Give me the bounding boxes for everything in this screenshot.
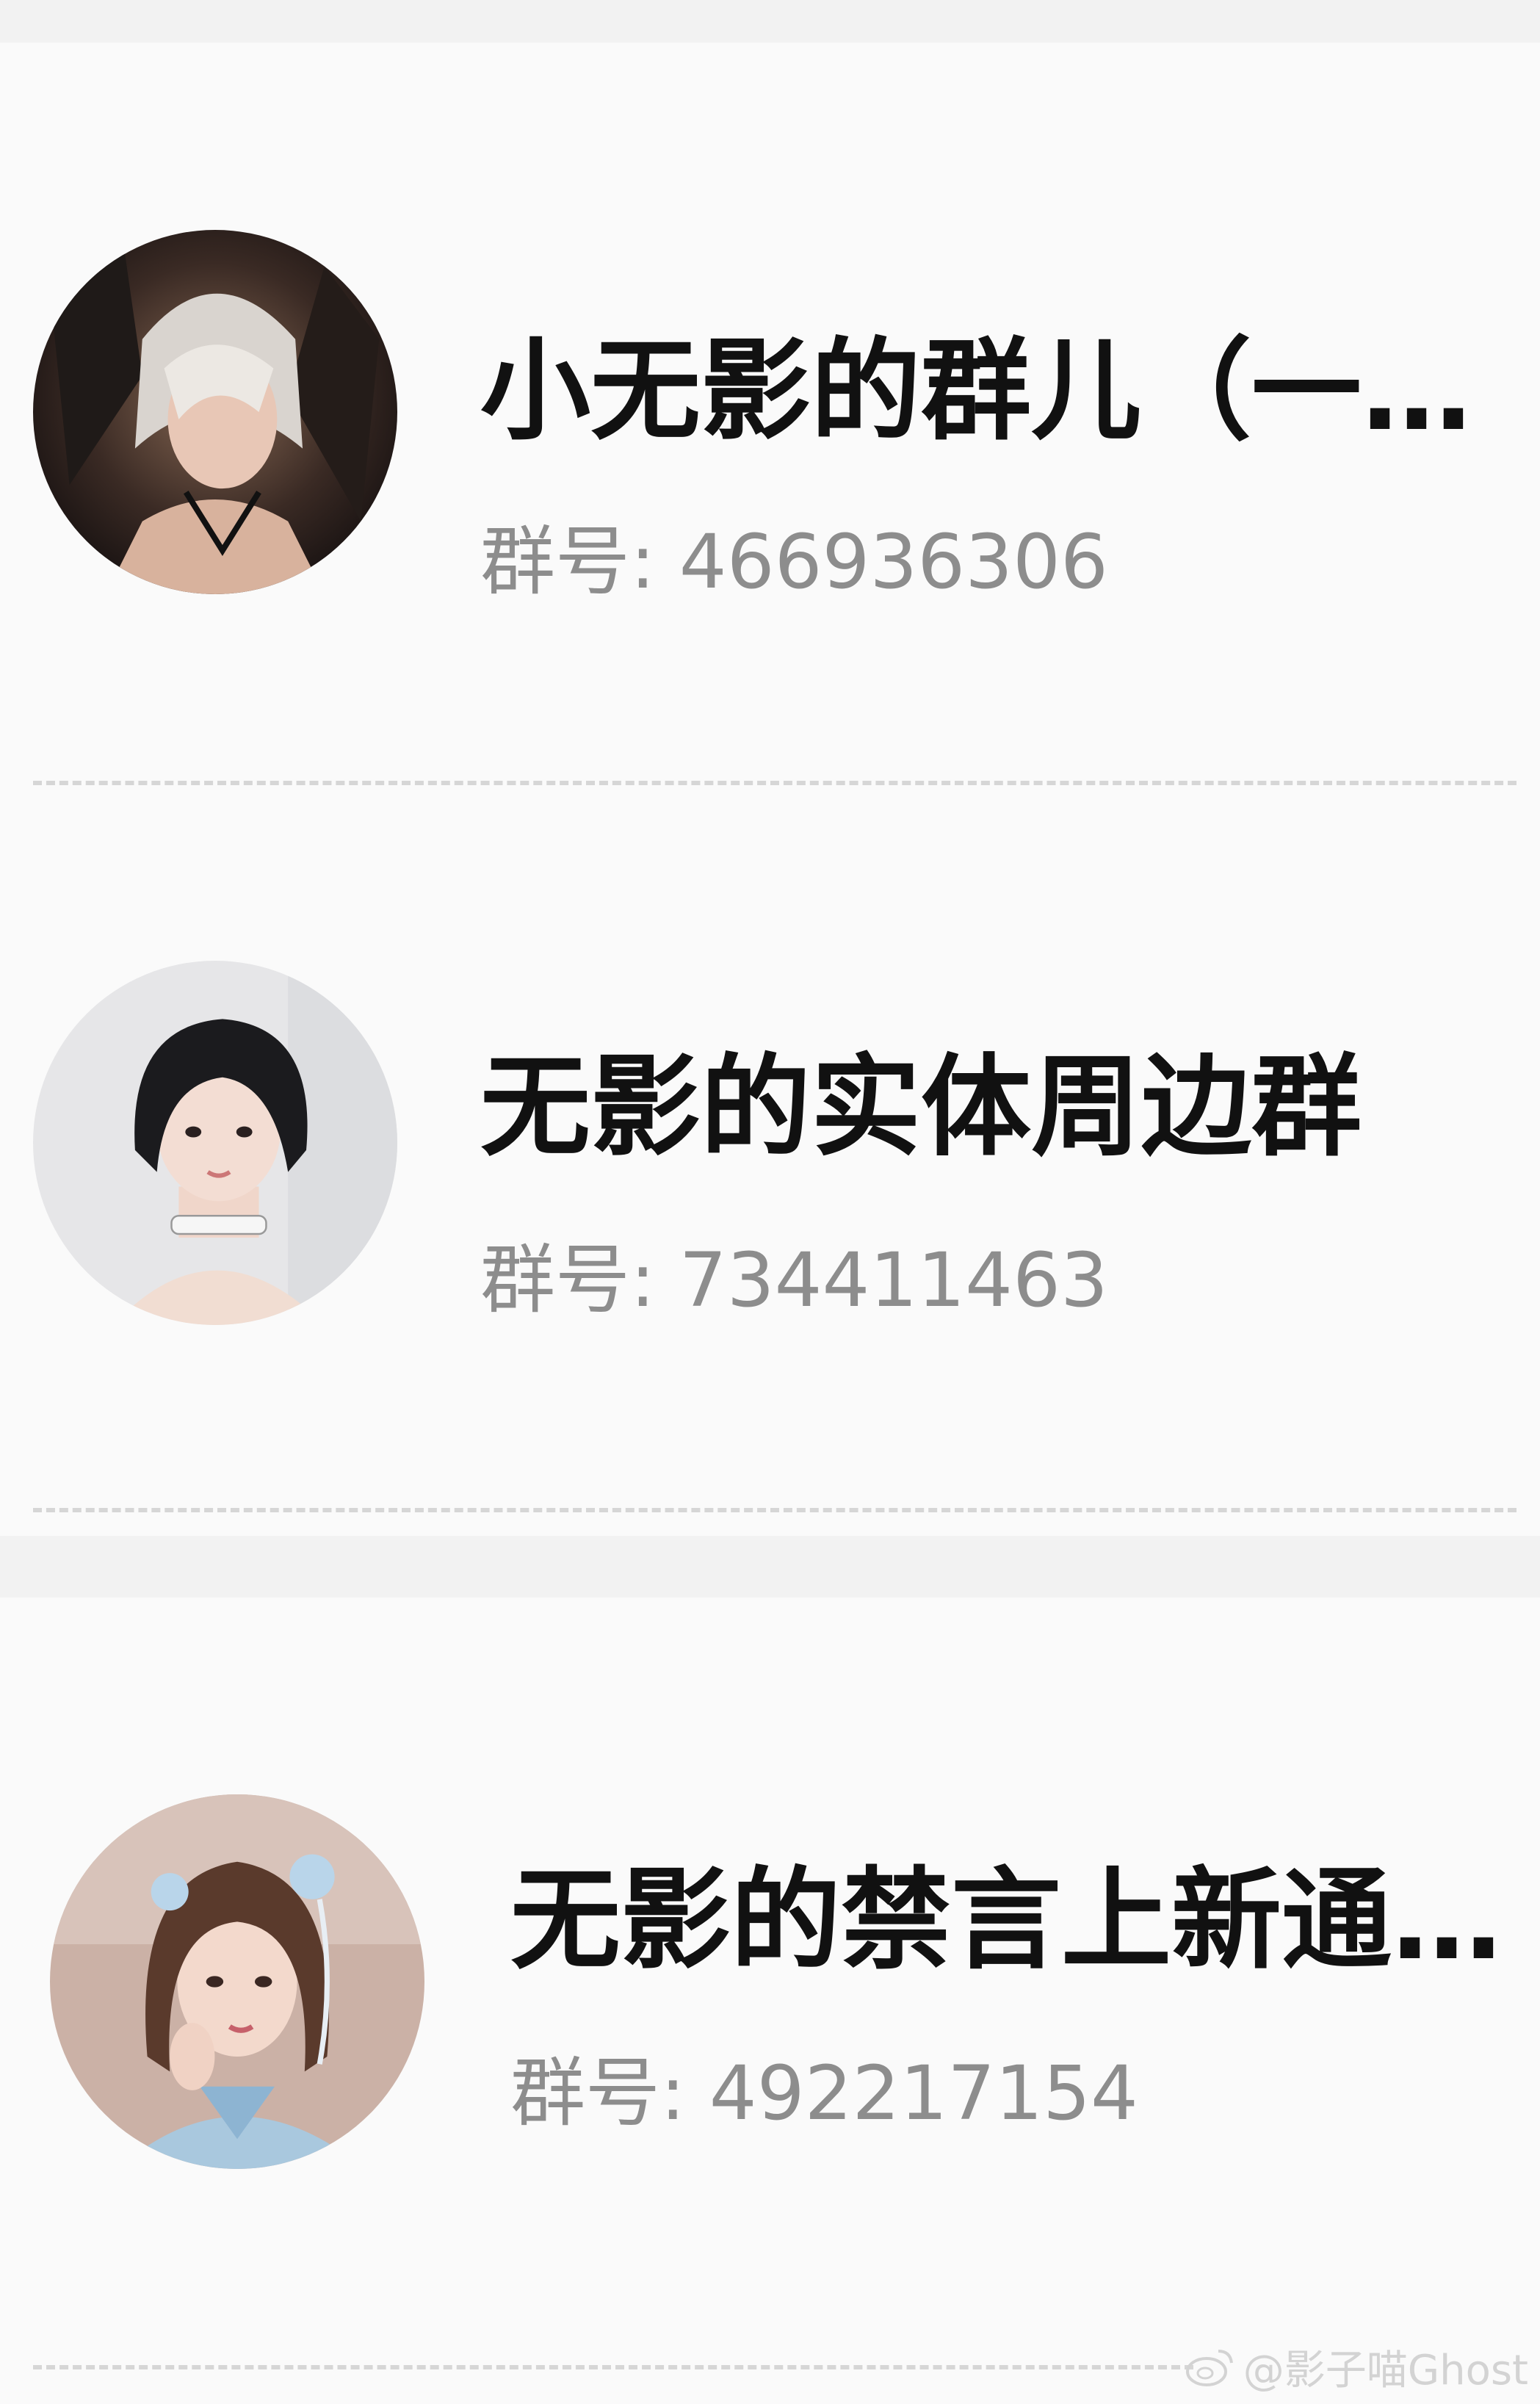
group-avatar[interactable] xyxy=(33,961,397,1325)
group-avatar[interactable] xyxy=(33,230,397,594)
divider xyxy=(33,2365,1193,2369)
group-row-1[interactable]: 小无影的群儿（一… 群号: 466936306 xyxy=(0,43,1540,762)
group-name: 无影的实体周边群 xyxy=(480,1044,1362,1172)
group-card-top: 小无影的群儿（一… 群号: 466936306 无影的实体周边群 群号: 734… xyxy=(0,43,1540,1536)
avatar-short-black-hair-image xyxy=(33,961,397,1325)
weibo-icon xyxy=(1185,2349,1233,2386)
group-row-2[interactable]: 无影的实体周边群 群号: 734411463 xyxy=(0,806,1540,1526)
avatar-dark-costume-image xyxy=(33,230,397,594)
divider xyxy=(33,1508,1516,1512)
avatar-brown-hair-qipao-image xyxy=(50,1794,424,2169)
divider xyxy=(33,781,1516,785)
group-id-number: 734411463 xyxy=(679,1237,1108,1324)
group-card-bottom: 无影的禁言上新通… 群号: 492217154 @影子喵Ghost xyxy=(0,1598,1540,2404)
group-avatar[interactable] xyxy=(50,1794,424,2169)
group-id-label: 群号: xyxy=(480,519,679,606)
watermark-text: @影子喵Ghost xyxy=(1243,2347,1528,2394)
group-id-line: 群号: 734411463 xyxy=(480,1236,1108,1326)
group-id-label: 群号: xyxy=(480,1237,679,1324)
group-row-3[interactable]: 无影的禁言上新通… 群号: 492217154 xyxy=(0,1598,1540,2404)
group-id-number: 466936306 xyxy=(679,519,1108,606)
group-name: 无影的禁言上新通… xyxy=(510,1857,1503,1985)
group-id-number: 492217154 xyxy=(709,2050,1138,2137)
group-name: 小无影的群儿（一… xyxy=(480,328,1472,455)
group-id-line: 群号: 466936306 xyxy=(480,518,1108,607)
group-id-line: 群号: 492217154 xyxy=(510,2049,1138,2139)
group-id-label: 群号: xyxy=(510,2050,709,2137)
watermark: @影子喵Ghost xyxy=(1185,2337,1528,2397)
